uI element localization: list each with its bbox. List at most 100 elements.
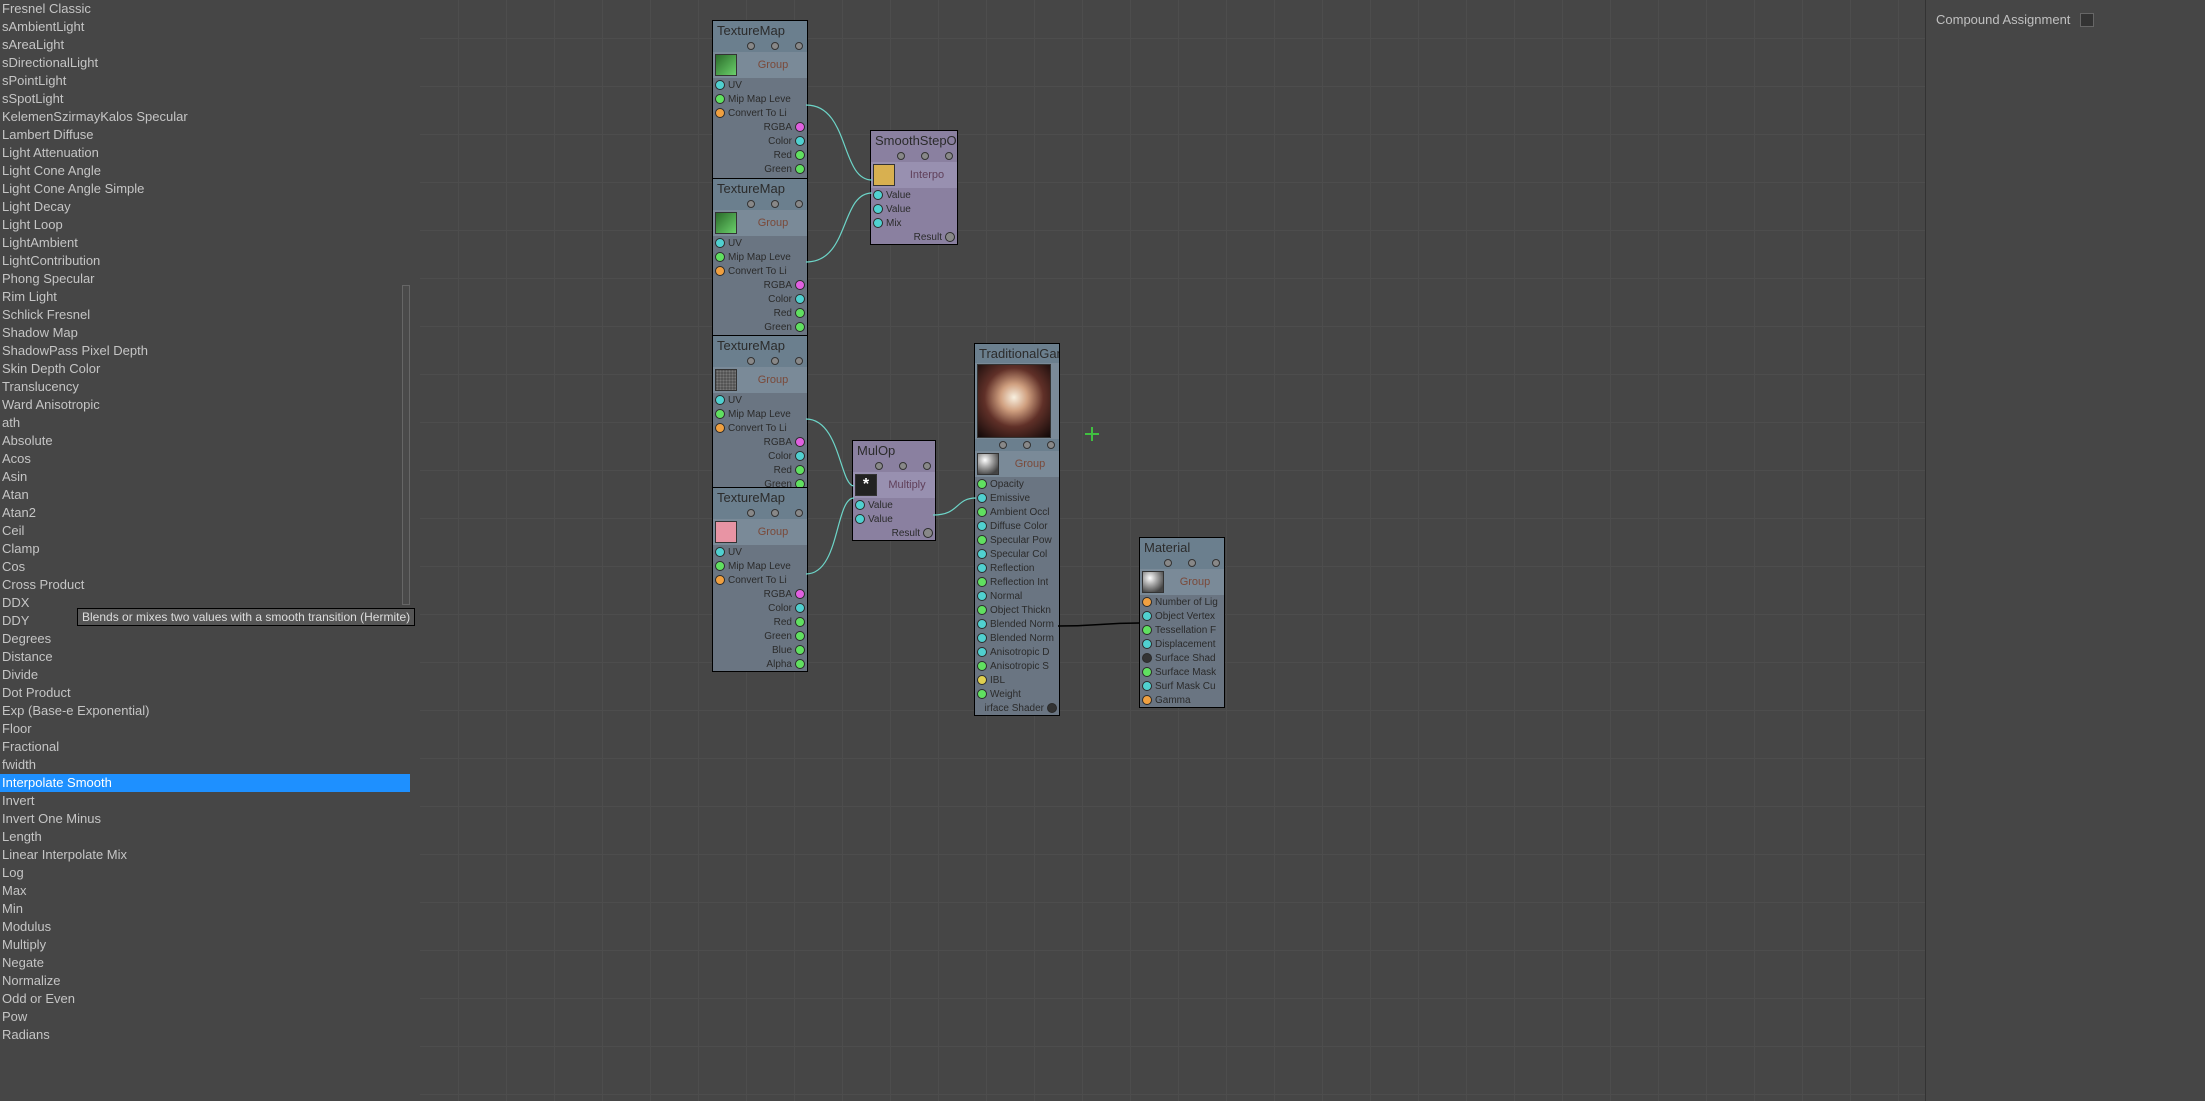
compound-assignment-checkbox[interactable] — [2080, 13, 2094, 27]
library-item[interactable]: Ceil — [0, 522, 410, 540]
library-item[interactable]: Asin — [0, 468, 410, 486]
node-surface-shader[interactable]: TraditionalGameSurfaceShade Group Opacit… — [974, 343, 1060, 716]
input-port[interactable]: Object Vertex — [1140, 609, 1224, 623]
library-item[interactable]: Light Attenuation — [0, 144, 410, 162]
input-port[interactable]: Specular Col — [975, 547, 1059, 561]
input-port[interactable]: Anisotropic S — [975, 659, 1059, 673]
library-item[interactable]: Divide — [0, 666, 410, 684]
group-label[interactable]: Group — [1168, 576, 1222, 588]
input-port[interactable]: Anisotropic D — [975, 645, 1059, 659]
group-label[interactable]: Group — [741, 374, 805, 386]
library-item[interactable]: LightContribution — [0, 252, 410, 270]
library-item[interactable]: Pow — [0, 1008, 410, 1026]
input-port[interactable]: Displacement — [1140, 637, 1224, 651]
input-port[interactable]: Diffuse Color — [975, 519, 1059, 533]
node-smoothstepop[interactable]: SmoothStepOp Interpo Value Value Mix Res… — [870, 130, 958, 245]
input-port[interactable]: Blended Norm — [975, 631, 1059, 645]
library-item[interactable]: Radians — [0, 1026, 410, 1044]
input-port[interactable]: Weight — [975, 687, 1059, 701]
group-label[interactable]: Group — [1003, 458, 1057, 470]
library-item[interactable]: Log — [0, 864, 410, 882]
library-item[interactable]: Atan — [0, 486, 410, 504]
input-port[interactable]: Number of Lig — [1140, 595, 1224, 609]
input-port[interactable]: Specular Pow — [975, 533, 1059, 547]
input-port[interactable]: Opacity — [975, 477, 1059, 491]
group-label[interactable]: Group — [741, 217, 805, 229]
library-item[interactable]: Multiply — [0, 936, 410, 954]
library-item[interactable]: LightAmbient — [0, 234, 410, 252]
library-item[interactable]: ShadowPass Pixel Depth — [0, 342, 410, 360]
group-label[interactable]: Group — [741, 526, 805, 538]
node-head-label: Interpo — [899, 169, 955, 181]
node-library-panel: Fresnel ClassicsAmbientLightsAreaLightsD… — [0, 0, 410, 1101]
library-item[interactable]: fwidth — [0, 756, 410, 774]
group-label[interactable]: Group — [741, 59, 805, 71]
library-item[interactable]: Rim Light — [0, 288, 410, 306]
input-port[interactable]: Ambient Occl — [975, 505, 1059, 519]
library-item[interactable]: Light Cone Angle Simple — [0, 180, 410, 198]
input-port[interactable]: Tessellation F — [1140, 623, 1224, 637]
input-port[interactable]: Surf Mask Cu — [1140, 679, 1224, 693]
library-item[interactable]: Negate — [0, 954, 410, 972]
library-item[interactable]: Modulus — [0, 918, 410, 936]
library-item[interactable]: Interpolate Smooth — [0, 774, 410, 792]
library-item[interactable]: Max — [0, 882, 410, 900]
library-item[interactable]: Dot Product — [0, 684, 410, 702]
input-port[interactable]: Gamma — [1140, 693, 1224, 707]
library-item[interactable]: Cross Product — [0, 576, 410, 594]
library-item[interactable]: Acos — [0, 450, 410, 468]
library-item[interactable]: sAreaLight — [0, 36, 410, 54]
sphere-icon — [977, 453, 999, 475]
library-item[interactable]: Translucency — [0, 378, 410, 396]
scrollbar[interactable] — [402, 285, 410, 605]
input-port[interactable]: Surface Shad — [1140, 651, 1224, 665]
library-item[interactable]: Light Loop — [0, 216, 410, 234]
library-item[interactable]: Min — [0, 900, 410, 918]
input-port[interactable]: Reflection Int — [975, 575, 1059, 589]
input-port[interactable]: Blended Norm — [975, 617, 1059, 631]
library-item[interactable]: ath — [0, 414, 410, 432]
preview-icon — [977, 364, 1051, 438]
input-port[interactable]: Emissive — [975, 491, 1059, 505]
library-item[interactable]: Length — [0, 828, 410, 846]
input-port[interactable]: Object Thickn — [975, 603, 1059, 617]
library-item[interactable]: Fresnel Classic — [0, 0, 410, 18]
library-item[interactable]: Odd or Even — [0, 990, 410, 1008]
input-port[interactable]: Normal — [975, 589, 1059, 603]
library-item[interactable]: Shadow Map — [0, 324, 410, 342]
input-port[interactable]: Surface Mask — [1140, 665, 1224, 679]
input-port[interactable]: IBL — [975, 673, 1059, 687]
library-item[interactable]: sDirectionalLight — [0, 54, 410, 72]
node-material[interactable]: Material Group Number of LigObject Verte… — [1139, 537, 1225, 708]
library-item[interactable]: Invert — [0, 792, 410, 810]
library-item[interactable]: Schlick Fresnel — [0, 306, 410, 324]
library-item[interactable]: Cos — [0, 558, 410, 576]
texture-icon — [715, 212, 737, 234]
library-item[interactable]: Phong Specular — [0, 270, 410, 288]
library-item[interactable]: Ward Anisotropic — [0, 396, 410, 414]
library-item[interactable]: Degrees — [0, 630, 410, 648]
library-item[interactable]: Skin Depth Color — [0, 360, 410, 378]
library-item[interactable]: Clamp — [0, 540, 410, 558]
library-item[interactable]: Light Cone Angle — [0, 162, 410, 180]
library-item[interactable]: Floor — [0, 720, 410, 738]
library-item[interactable]: Distance — [0, 648, 410, 666]
library-item[interactable]: Invert One Minus — [0, 810, 410, 828]
library-item[interactable]: sSpotLight — [0, 90, 410, 108]
node-mulop[interactable]: MulOp * Multiply Value Value Result — [852, 440, 936, 541]
library-item[interactable]: Normalize — [0, 972, 410, 990]
library-item[interactable]: Light Decay — [0, 198, 410, 216]
node-texturemap-4[interactable]: TextureMap Group UV Mip Map Leve Convert… — [712, 487, 808, 672]
input-port[interactable]: Reflection — [975, 561, 1059, 575]
library-item[interactable]: Atan2 — [0, 504, 410, 522]
library-item[interactable]: Fractional — [0, 738, 410, 756]
library-item[interactable]: Linear Interpolate Mix — [0, 846, 410, 864]
node-library-list[interactable]: Fresnel ClassicsAmbientLightsAreaLightsD… — [0, 0, 410, 1044]
library-item[interactable]: Lambert Diffuse — [0, 126, 410, 144]
library-item[interactable]: sAmbientLight — [0, 18, 410, 36]
library-item[interactable]: sPointLight — [0, 72, 410, 90]
library-item[interactable]: KelemenSzirmayKalos Specular — [0, 108, 410, 126]
library-item[interactable]: Absolute — [0, 432, 410, 450]
library-item[interactable]: Exp (Base-e Exponential) — [0, 702, 410, 720]
node-title: Material — [1140, 538, 1224, 557]
